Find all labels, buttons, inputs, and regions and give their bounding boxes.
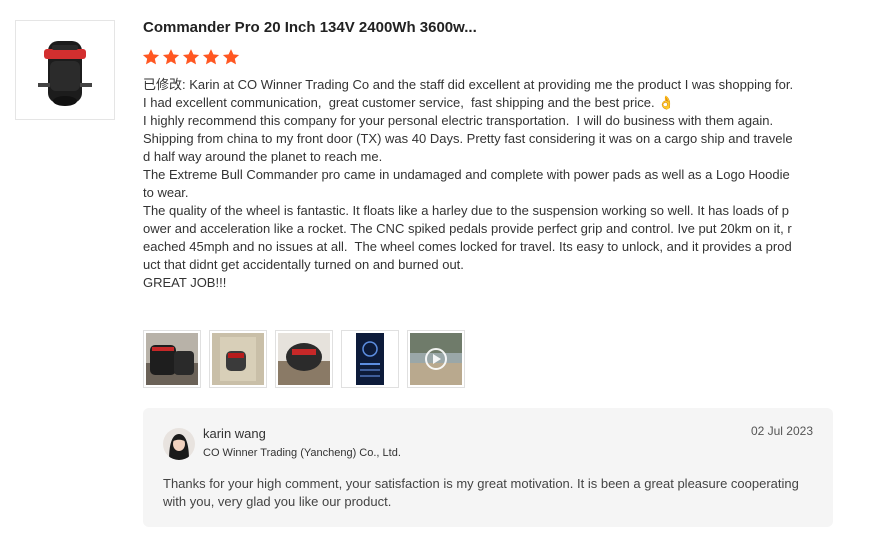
photo-unicycle-box-icon (146, 333, 198, 385)
star-icon (182, 49, 200, 65)
review-photo[interactable] (143, 330, 201, 388)
review-text: 已修改: Karin at CO Winner Trading Co and t… (143, 77, 794, 290)
review-photo[interactable] (341, 330, 399, 388)
seller-avatar-icon (163, 428, 195, 460)
seller-name: karin wang (203, 426, 266, 441)
review-photo[interactable] (275, 330, 333, 388)
star-icon (142, 49, 160, 65)
photo-phone-app-icon (344, 333, 396, 385)
product-thumbnail[interactable] (15, 20, 115, 120)
photo-unicycle-floor-icon (212, 333, 264, 385)
photo-unicycle-pads-icon (278, 333, 330, 385)
avatar (163, 428, 195, 460)
electric-unicycle-icon (38, 41, 92, 106)
rating-stars (142, 48, 240, 66)
seller-reply: karin wang CO Winner Trading (Yancheng) … (143, 408, 833, 527)
reply-text: Thanks for your high comment, your satis… (163, 476, 799, 509)
seller-company: CO Winner Trading (Yancheng) Co., Ltd. (203, 447, 401, 459)
star-icon (202, 49, 220, 65)
review-photo[interactable] (209, 330, 267, 388)
product-title[interactable]: Commander Pro 20 Inch 134V 2400Wh 3600w.… (143, 19, 793, 36)
reply-date: 02 Jul 2023 (750, 424, 813, 438)
review-photos (143, 330, 473, 388)
photo-video-outdoor-icon (410, 333, 462, 385)
review-photo-video[interactable] (407, 330, 465, 388)
star-icon (162, 49, 180, 65)
star-icon (222, 49, 240, 65)
